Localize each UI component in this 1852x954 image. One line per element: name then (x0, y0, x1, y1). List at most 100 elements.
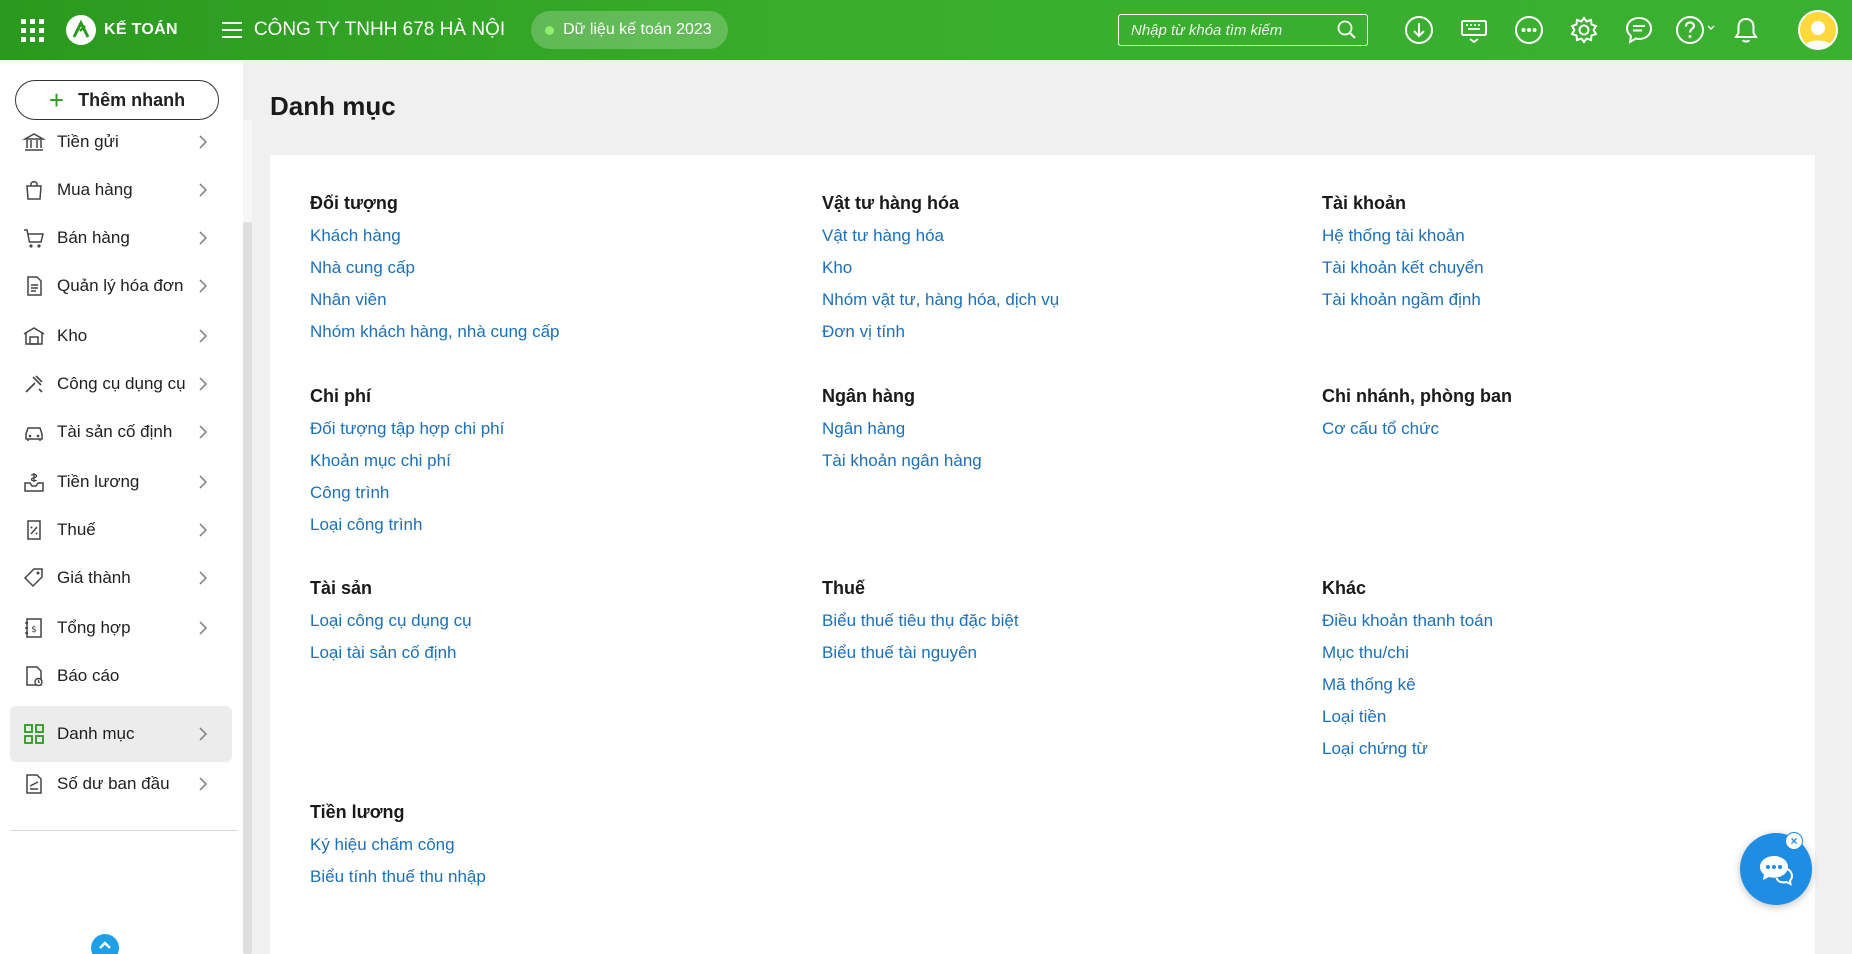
catalog-link[interactable]: Loại chứng từ (1322, 738, 1493, 770)
tax-icon (22, 518, 46, 542)
chevron-right-icon (198, 776, 208, 797)
sidebar-item-3[interactable]: Quản lý hóa đơn (10, 258, 232, 314)
group-title: Tài khoản (1322, 193, 1407, 213)
quick-add-label: Thêm nhanh (78, 89, 186, 110)
sidebar-item-label: Kho (57, 326, 88, 345)
menu-icon[interactable] (221, 22, 242, 38)
close-chat-icon[interactable]: × (1785, 832, 1803, 850)
scroll-up-icon[interactable] (91, 934, 119, 954)
catalog-group: Đối tượng Khách hàng Nhà cung cấp Nhân viên… (310, 193, 560, 353)
chevron-right-icon (198, 620, 208, 641)
catalog-link[interactable]: Loại tài sản cố định (310, 642, 472, 674)
apps-grid-icon[interactable] (18, 16, 46, 44)
catalog-link[interactable]: Tài khoản kết chuyển (1322, 257, 1484, 289)
sidebar-item-6[interactable]: Tài sản cố định (10, 404, 232, 460)
catalog-link[interactable]: Nhà cung cấp (310, 257, 560, 289)
chevron-right-icon (198, 424, 208, 445)
sidebar-item-label: Tài sản cố định (57, 422, 173, 441)
salary-icon (22, 470, 46, 494)
catalog-group: Tiền lương Ký hiệu chấm công Biểu tính thu… (310, 802, 486, 898)
catalog-link[interactable]: Đơn vị tính (822, 321, 1059, 353)
catalog-link[interactable]: Công trình (310, 482, 504, 514)
chat-icon[interactable] (1620, 11, 1658, 49)
sidebar-item-label: Tiền lương (57, 472, 140, 491)
catalog-link[interactable]: Loại công trình (310, 514, 504, 546)
cart-icon (22, 226, 46, 250)
search-icon[interactable] (1337, 20, 1357, 45)
catalog-group: Chi nhánh, phòng ban Cơ cấu tổ chức (1322, 386, 1512, 450)
group-title: Tài sản (310, 578, 373, 598)
sidebar-item-label: Báo cáo (57, 666, 120, 685)
company-name[interactable]: CÔNG TY TNHH 678 HÀ NỘI (254, 19, 505, 41)
catalog-link[interactable]: Mã thống kê (1322, 674, 1493, 706)
sidebar-item-11[interactable]: Báo cáo (10, 648, 232, 704)
catalog-link[interactable]: Biểu tính thuế thu nhập (310, 866, 486, 898)
catalog-link[interactable]: Ngân hàng (822, 418, 982, 450)
chevron-right-icon (198, 278, 208, 299)
catalog-link[interactable]: Cơ cấu tổ chức (1322, 418, 1512, 450)
catalog-group: Tài sản Loại công cụ dụng cụ Loại tài sản … (310, 578, 472, 674)
catalog-link[interactable]: Mục thu/chi (1322, 642, 1493, 674)
sidebar-item-12[interactable]: Danh mục (10, 706, 232, 762)
catalog-link[interactable]: Tài khoản ngầm định (1322, 289, 1484, 321)
search-input[interactable] (1119, 21, 1329, 39)
catalog-group: Vật tư hàng hóa Vật tư hàng hóa Kho Nhóm vậ… (822, 193, 1059, 353)
tools-icon (22, 372, 46, 396)
catalog-link[interactable]: Khách hàng (310, 225, 560, 257)
catalog-link[interactable]: Nhân viên (310, 289, 560, 321)
sidebar-item-13[interactable]: Số dư ban đầu (10, 756, 232, 812)
sidebar-item-label: Tổng hợp (57, 618, 131, 637)
catalog-link[interactable]: Biểu thuế tài nguyên (822, 642, 1019, 674)
chevron-right-icon (198, 376, 208, 397)
settings-icon[interactable] (1565, 11, 1603, 49)
catalog-link[interactable]: Tài khoản ngân hàng (822, 450, 982, 482)
catalog-group: Tài khoản Hệ thống tài khoản Tài khoản kết… (1322, 193, 1484, 321)
balance-icon (22, 772, 46, 796)
logo-icon (66, 15, 96, 45)
chevron-right-icon (198, 182, 208, 203)
catalog-link[interactable]: Loại tiền (1322, 706, 1493, 738)
keyboard-icon[interactable] (1455, 11, 1493, 49)
catalog-link[interactable]: Đối tượng tập hợp chi phí (310, 418, 504, 450)
group-title: Khác (1322, 578, 1367, 598)
more-icon[interactable] (1510, 11, 1548, 49)
catalog-card: Đối tượng Khách hàng Nhà cung cấp Nhân viên… (270, 155, 1815, 954)
chevron-right-icon (198, 474, 208, 495)
catalog-link[interactable]: Vật tư hàng hóa (822, 225, 1059, 257)
group-title: Tiền lương (310, 802, 405, 822)
catalog-link[interactable]: Kho (822, 257, 1059, 289)
data-year-selector[interactable]: Dữ liệu kế toán 2023 (531, 11, 728, 49)
catalog-link[interactable]: Khoản mục chi phí (310, 450, 504, 482)
report-icon (22, 664, 46, 688)
catalog-link[interactable]: Loại công cụ dụng cụ (310, 610, 472, 642)
sidebar-item-label: Công cụ dụng cụ (57, 374, 186, 393)
catalog-link[interactable]: Biểu thuế tiêu thụ đặc biệt (822, 610, 1019, 642)
catalog-link[interactable]: Điều khoản thanh toán (1322, 610, 1493, 642)
help-icon[interactable] (1675, 11, 1717, 49)
chevron-right-icon (198, 328, 208, 349)
user-avatar[interactable] (1798, 10, 1838, 50)
download-icon[interactable] (1400, 11, 1438, 49)
catalog-link[interactable]: Nhóm vật tư, hàng hóa, dịch vụ (822, 289, 1059, 321)
status-dot-icon (545, 25, 555, 35)
bell-icon[interactable] (1727, 11, 1765, 49)
sidebar-item-label: Số dư ban đầu (57, 774, 170, 793)
chevron-right-icon (198, 570, 208, 591)
catalog-group: Thuế Biểu thuế tiêu thụ đặc biệt Biểu thuế… (822, 578, 1019, 674)
sidebar-scrollbar-thumb[interactable] (243, 222, 252, 954)
sidebar-item-9[interactable]: Giá thành (10, 550, 232, 606)
sidebar-item-label: Danh mục (57, 724, 135, 743)
catalog-link[interactable]: Hệ thống tài khoản (1322, 225, 1484, 257)
catalog-link[interactable]: Nhóm khách hàng, nhà cung cấp (310, 321, 560, 353)
catalog-group: Ngân hàng Ngân hàng Tài khoản ngân hàng (822, 386, 982, 482)
catalog-link[interactable]: Ký hiệu chấm công (310, 834, 486, 866)
page-title: Danh mục (270, 91, 396, 121)
grid-icon (22, 722, 46, 746)
chevron-right-icon (198, 726, 208, 747)
sidebar-item-label: Thuế (57, 520, 96, 539)
bank-icon (22, 130, 46, 154)
sidebar-item-label: Giá thành (57, 568, 131, 587)
app-logo[interactable]: KẾ TOÁN (66, 15, 178, 45)
catalog-group: Khác Điều khoản thanh toán Mục thu/chi Mã t… (1322, 578, 1493, 770)
invoice-icon (22, 274, 46, 298)
